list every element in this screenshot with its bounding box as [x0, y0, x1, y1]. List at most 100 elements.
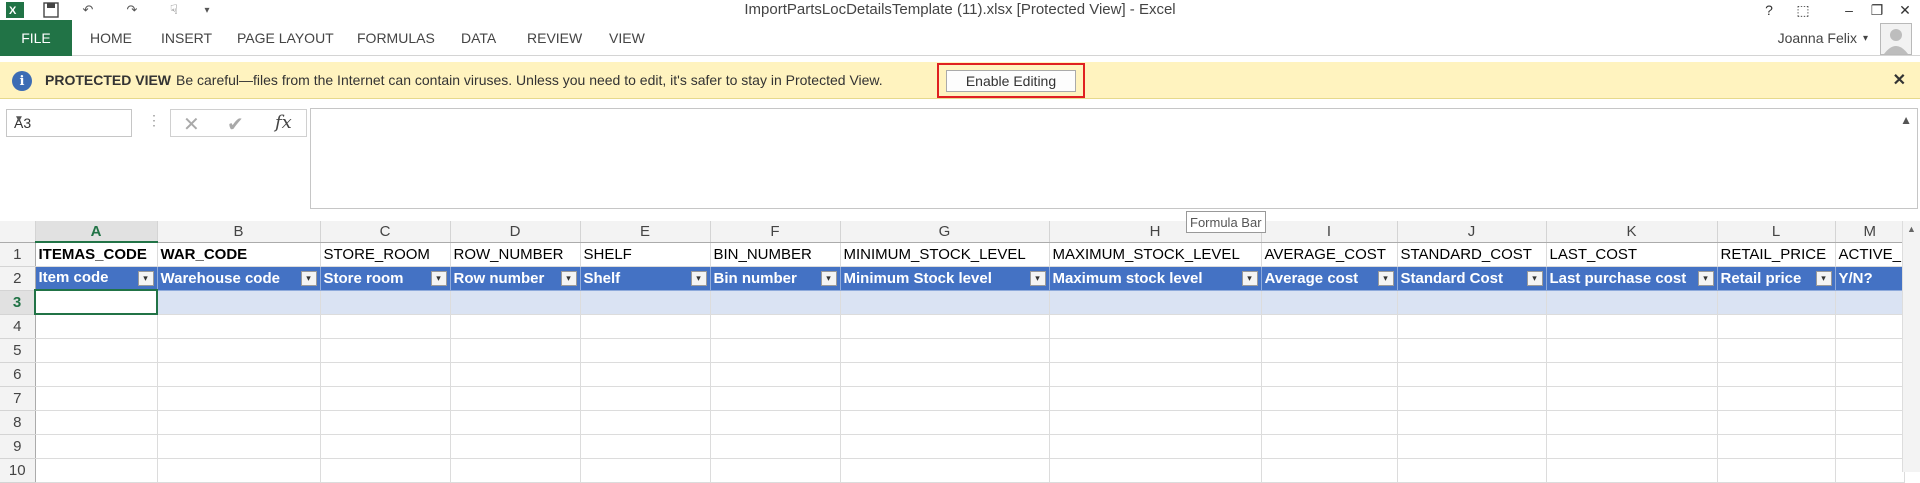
- row-header[interactable]: 1: [0, 242, 36, 267]
- cell[interactable]: [450, 290, 581, 315]
- cell[interactable]: [710, 362, 841, 387]
- cell[interactable]: [157, 386, 321, 411]
- filter-dropdown-icon[interactable]: ▾: [300, 270, 317, 286]
- cell[interactable]: [1261, 434, 1398, 459]
- row-header[interactable]: 4: [0, 314, 36, 339]
- insert-function-icon[interactable]: fx: [275, 112, 292, 133]
- cell[interactable]: [35, 458, 158, 483]
- cell[interactable]: [1261, 362, 1398, 387]
- cell[interactable]: [840, 290, 1050, 315]
- cell[interactable]: [1049, 458, 1262, 483]
- help-icon[interactable]: ?: [1756, 0, 1782, 20]
- row-header[interactable]: 10: [0, 458, 36, 483]
- cell[interactable]: Bin number ▾: [710, 266, 841, 291]
- cell[interactable]: [1835, 290, 1906, 315]
- column-header[interactable]: I: [1261, 221, 1398, 243]
- cell[interactable]: [1717, 410, 1836, 435]
- cell[interactable]: STORE_ROOM: [320, 242, 451, 267]
- cell[interactable]: [1546, 458, 1718, 483]
- filter-dropdown-icon[interactable]: ▾: [1377, 270, 1394, 286]
- filter-dropdown-icon[interactable]: ▾: [820, 270, 837, 286]
- tab-review[interactable]: REVIEW: [527, 20, 582, 56]
- cell[interactable]: [1261, 290, 1398, 315]
- cell[interactable]: [1717, 386, 1836, 411]
- close-window-icon[interactable]: ✕: [1892, 0, 1918, 20]
- cell[interactable]: [840, 410, 1050, 435]
- select-all-corner[interactable]: [0, 221, 36, 243]
- cell[interactable]: [1049, 338, 1262, 363]
- cell[interactable]: [1546, 290, 1718, 315]
- cell[interactable]: [1546, 362, 1718, 387]
- column-header[interactable]: L: [1717, 221, 1836, 243]
- cell[interactable]: [450, 362, 581, 387]
- cell[interactable]: [1049, 314, 1262, 339]
- cell[interactable]: WAR_CODE: [157, 242, 321, 267]
- cell[interactable]: [1717, 362, 1836, 387]
- column-header[interactable]: D: [450, 221, 581, 243]
- cell[interactable]: [450, 458, 581, 483]
- cell[interactable]: Warehouse code ▾: [157, 266, 321, 291]
- cell[interactable]: [1835, 314, 1906, 339]
- filter-dropdown-icon[interactable]: ▾: [430, 270, 447, 286]
- cell[interactable]: [1835, 362, 1906, 387]
- vertical-scrollbar[interactable]: ▲: [1902, 221, 1920, 472]
- cell[interactable]: [1835, 458, 1906, 483]
- row-header[interactable]: 9: [0, 434, 36, 459]
- enable-editing-button[interactable]: Enable Editing: [946, 70, 1076, 92]
- cell[interactable]: [580, 386, 711, 411]
- cell[interactable]: [450, 434, 581, 459]
- filter-dropdown-icon[interactable]: ▾: [137, 270, 154, 286]
- cell[interactable]: [840, 434, 1050, 459]
- formula-bar-input[interactable]: ▲: [310, 108, 1918, 209]
- cell[interactable]: [580, 362, 711, 387]
- cell[interactable]: [1717, 458, 1836, 483]
- cell[interactable]: Last purchase cost ▾: [1546, 266, 1718, 291]
- filter-dropdown-icon[interactable]: ▾: [1241, 270, 1258, 286]
- cell[interactable]: [320, 458, 451, 483]
- cell[interactable]: [1397, 386, 1547, 411]
- cell[interactable]: AVERAGE_COST: [1261, 242, 1398, 267]
- column-header[interactable]: A: [35, 221, 158, 243]
- filter-dropdown-icon[interactable]: ▾: [690, 270, 707, 286]
- cell[interactable]: [320, 386, 451, 411]
- cell[interactable]: Shelf ▾: [580, 266, 711, 291]
- cell[interactable]: Retail price ▾: [1717, 266, 1836, 291]
- cell[interactable]: [580, 434, 711, 459]
- column-header[interactable]: B: [157, 221, 321, 243]
- cell[interactable]: [1397, 434, 1547, 459]
- cell[interactable]: [710, 434, 841, 459]
- cell[interactable]: [157, 338, 321, 363]
- cell[interactable]: [450, 338, 581, 363]
- tab-data[interactable]: DATA: [461, 20, 496, 56]
- cell[interactable]: RETAIL_PRICE: [1717, 242, 1836, 267]
- cell[interactable]: [840, 362, 1050, 387]
- cell[interactable]: [1546, 338, 1718, 363]
- cell[interactable]: [1397, 290, 1547, 315]
- cell[interactable]: [157, 434, 321, 459]
- row-header[interactable]: 2: [0, 266, 36, 291]
- cell[interactable]: [710, 410, 841, 435]
- cell[interactable]: [1397, 458, 1547, 483]
- cell[interactable]: [1835, 386, 1906, 411]
- cell[interactable]: [1261, 458, 1398, 483]
- tab-page-layout[interactable]: PAGE LAYOUT: [237, 20, 334, 56]
- cell[interactable]: [580, 290, 711, 315]
- cell[interactable]: [320, 314, 451, 339]
- cell[interactable]: Standard Cost ▾: [1397, 266, 1547, 291]
- cell[interactable]: LAST_COST: [1546, 242, 1718, 267]
- cell[interactable]: [35, 434, 158, 459]
- column-header[interactable]: G: [840, 221, 1050, 243]
- column-header[interactable]: E: [580, 221, 711, 243]
- user-account[interactable]: Joanna Felix ▾: [1778, 20, 1868, 56]
- cell[interactable]: [1835, 410, 1906, 435]
- row-header[interactable]: 7: [0, 386, 36, 411]
- cell[interactable]: [840, 386, 1050, 411]
- cell[interactable]: Item code ▾: [35, 266, 158, 291]
- cell[interactable]: [320, 410, 451, 435]
- cell[interactable]: [450, 314, 581, 339]
- cell[interactable]: Maximum stock level ▾: [1049, 266, 1262, 291]
- row-header[interactable]: 3: [0, 290, 36, 315]
- row-header[interactable]: 5: [0, 338, 36, 363]
- cell[interactable]: [320, 338, 451, 363]
- cell[interactable]: [1397, 410, 1547, 435]
